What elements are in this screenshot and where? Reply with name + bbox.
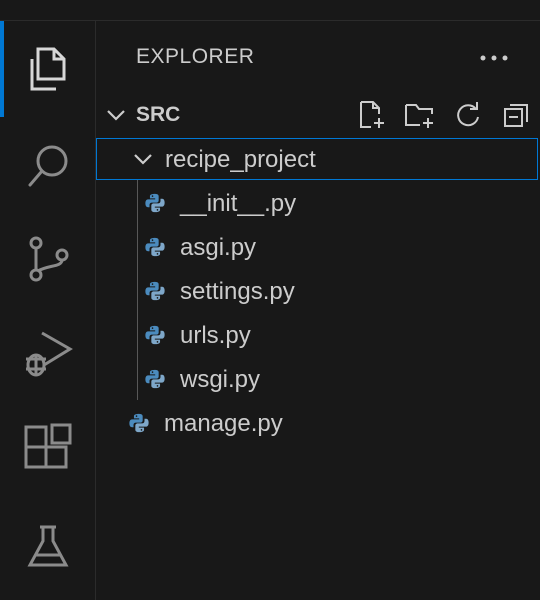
extensions-icon[interactable] — [18, 419, 78, 479]
python-icon — [145, 325, 165, 345]
flask-icon[interactable] — [18, 517, 78, 577]
file-label: asgi.py — [180, 234, 257, 261]
run-debug-icon[interactable] — [18, 323, 78, 383]
folder-recipe-project[interactable]: recipe_project — [96, 138, 538, 180]
section-label: SRC — [136, 103, 181, 126]
search-icon[interactable] — [18, 135, 78, 195]
python-icon — [129, 413, 149, 433]
section-actions — [348, 95, 540, 135]
chevron-down-icon — [107, 110, 125, 121]
refresh-icon[interactable] — [444, 95, 492, 135]
python-icon — [145, 281, 165, 301]
file-settings[interactable]: settings.py — [96, 270, 496, 314]
section-header-src[interactable]: SRC — [96, 95, 540, 135]
file-asgi[interactable]: asgi.py — [96, 226, 496, 270]
file-label: settings.py — [180, 278, 295, 305]
files-icon[interactable] — [18, 39, 78, 99]
activity-bar — [0, 21, 96, 600]
chevron-down-icon — [134, 154, 152, 165]
python-icon — [145, 237, 165, 257]
explorer-sidebar: EXPLORER SRC recipe_project __init__.py … — [96, 21, 540, 600]
file-label: manage.py — [164, 410, 283, 437]
file-label: __init__.py — [180, 190, 297, 217]
file-label: urls.py — [180, 322, 251, 349]
title-bar-strip — [0, 0, 540, 21]
collapse-all-icon[interactable] — [492, 95, 540, 135]
python-icon — [145, 369, 165, 389]
file-label: wsgi.py — [180, 366, 261, 393]
file-urls[interactable]: urls.py — [96, 314, 496, 358]
new-folder-icon[interactable] — [396, 95, 444, 135]
new-file-icon[interactable] — [348, 95, 396, 135]
file-wsgi[interactable]: wsgi.py — [96, 358, 496, 402]
file-manage[interactable]: manage.py — [96, 402, 496, 446]
folder-label: recipe_project — [165, 146, 316, 173]
python-icon — [145, 193, 165, 213]
active-indicator — [0, 21, 4, 117]
ellipsis-icon[interactable] — [476, 43, 512, 73]
file-init[interactable]: __init__.py — [96, 182, 496, 226]
source-control-icon[interactable] — [18, 229, 78, 289]
explorer-title: EXPLORER — [136, 45, 255, 68]
